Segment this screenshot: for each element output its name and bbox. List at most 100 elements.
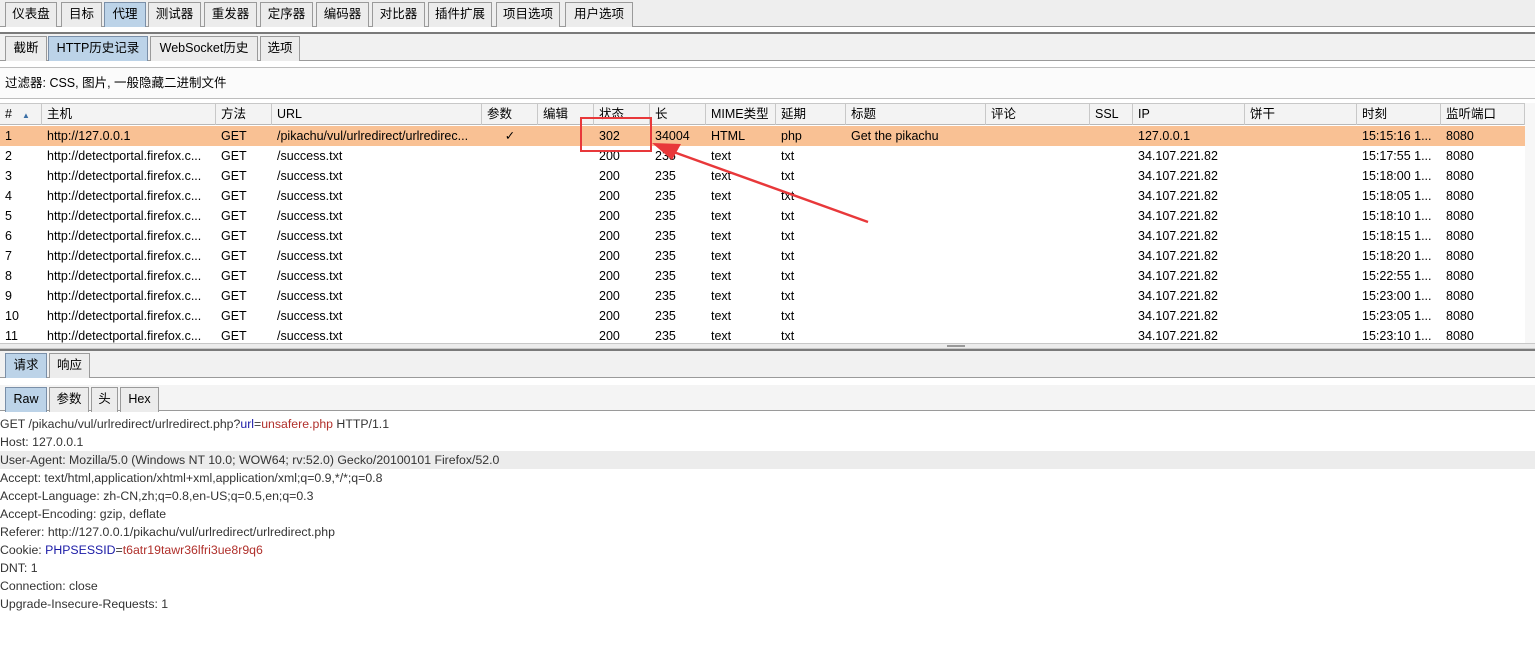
status-cell: 200 xyxy=(599,249,620,263)
method-cell: GET xyxy=(221,269,247,283)
time-cell: 15:23:00 1... xyxy=(1362,289,1432,303)
host-cell: http://detectportal.firefox.c... xyxy=(47,249,202,263)
port-cell: 8080 xyxy=(1446,129,1474,143)
tab-request[interactable]: 请求 xyxy=(5,353,47,378)
table-row[interactable]: 3 http://detectportal.firefox.c... GET/suc… xyxy=(0,166,1525,186)
ip-cell: 34.107.221.82 xyxy=(1138,309,1218,323)
tab-response[interactable]: 响应 xyxy=(49,353,90,378)
title-cell xyxy=(846,266,986,286)
title-cell xyxy=(846,206,986,226)
method-cell: GET xyxy=(221,209,247,223)
column-header-number[interactable]: # ▲ xyxy=(0,104,42,125)
title-cell xyxy=(846,246,986,266)
row-number-cell: 7 xyxy=(5,249,12,263)
status-cell: 200 xyxy=(599,329,620,343)
request-line: Referer: http://127.0.0.1/pikachu/vul/ur… xyxy=(0,523,1535,541)
url-cell: /pikachu/vul/urlredirect/urlredirec... xyxy=(277,129,469,143)
tab-headers[interactable]: 头 xyxy=(91,387,118,412)
url-cell: /success.txt xyxy=(277,289,343,303)
column-header-cookies[interactable]: 饼干 xyxy=(1245,104,1357,125)
time-cell: 15:18:15 1... xyxy=(1362,229,1432,243)
ip-cell: 34.107.221.82 xyxy=(1138,229,1218,243)
tab-sequencer[interactable]: 定序器 xyxy=(260,2,313,27)
tab-comparer[interactable]: 对比器 xyxy=(372,2,425,27)
time-cell: 15:23:10 1... xyxy=(1362,329,1432,343)
column-header-length[interactable]: 长 xyxy=(650,104,706,125)
column-header-url[interactable]: URL xyxy=(272,104,482,125)
table-row[interactable]: 5 http://detectportal.firefox.c... GET/suc… xyxy=(0,206,1525,226)
port-cell: 8080 xyxy=(1446,189,1474,203)
params-cell xyxy=(482,226,538,246)
request-text: Accept-Encoding: gzip, deflate xyxy=(0,507,167,521)
tab-intruder[interactable]: 测试器 xyxy=(148,2,201,27)
request-text: HTTP/1.1 xyxy=(333,417,390,431)
length-cell: 235 xyxy=(655,269,676,283)
extension-cell: txt xyxy=(781,169,795,183)
port-cell: 8080 xyxy=(1446,209,1474,223)
table-row[interactable]: 9 http://detectportal.firefox.c... GET/suc… xyxy=(0,286,1525,306)
column-header-listener-port[interactable]: 监听端口 xyxy=(1441,104,1525,125)
column-header-title[interactable]: 标题 xyxy=(846,104,986,125)
params-cell xyxy=(482,146,538,166)
status-cell: 200 xyxy=(599,309,620,323)
row-number-cell: 6 xyxy=(5,229,12,243)
tab-target[interactable]: 目标 xyxy=(61,2,102,27)
tab-hex[interactable]: Hex xyxy=(120,387,159,412)
table-row[interactable]: 2 http://detectportal.firefox.c... GET/suc… xyxy=(0,146,1525,166)
tab-websocket-history[interactable]: WebSocket历史 xyxy=(150,36,258,61)
tab-repeater[interactable]: 重发器 xyxy=(204,2,257,27)
tab-options[interactable]: 选项 xyxy=(260,36,300,61)
length-cell: 235 xyxy=(655,169,676,183)
params-cell xyxy=(482,246,538,266)
column-header-params[interactable]: 参数 xyxy=(482,104,538,125)
table-scrollbar[interactable] xyxy=(1525,103,1535,343)
tab-decoder[interactable]: 编码器 xyxy=(316,2,369,27)
column-header-method[interactable]: 方法 xyxy=(216,104,272,125)
column-header-ssl[interactable]: SSL xyxy=(1090,104,1133,125)
table-row[interactable]: 11 http://detectportal.firefox.c... GET/su… xyxy=(0,326,1525,343)
tab-intercept[interactable]: 截断 xyxy=(5,36,47,61)
method-cell: GET xyxy=(221,289,247,303)
column-header-status[interactable]: 状态 xyxy=(594,104,650,125)
tab-params[interactable]: 参数 xyxy=(49,387,89,412)
table-row[interactable]: 1 http://127.0.0.1 GET/pikachu/vul/urlredi… xyxy=(0,126,1525,146)
table-header: # ▲ 主机 方法 URL 参数 编辑 状态 长 MIME类型 延期 标题 评论 … xyxy=(0,103,1525,125)
params-cell xyxy=(482,286,538,306)
column-header-extension[interactable]: 延期 xyxy=(776,104,846,125)
raw-request-editor[interactable]: GET /pikachu/vul/urlredirect/urlredirect… xyxy=(0,415,1535,670)
mime-cell: text xyxy=(711,249,732,263)
tab-project-options[interactable]: 项目选项 xyxy=(496,2,560,27)
column-header-host[interactable]: 主机 xyxy=(42,104,216,125)
tab-proxy[interactable]: 代理 xyxy=(104,2,146,27)
tab-user-options[interactable]: 用户选项 xyxy=(565,2,633,27)
tab-raw[interactable]: Raw xyxy=(5,387,47,412)
filter-bar[interactable]: 过滤器: CSS, 图片, 一般隐藏二进制文件 xyxy=(0,67,1535,99)
request-line: Accept-Encoding: gzip, deflate xyxy=(0,505,1535,523)
row-number-cell: 11 xyxy=(5,329,18,343)
request-text: Connection: close xyxy=(0,579,98,593)
extension-cell: txt xyxy=(781,149,795,163)
request-text: Host: 127.0.0.1 xyxy=(0,435,84,449)
column-header-mime-type[interactable]: MIME类型 xyxy=(706,104,776,125)
table-row[interactable]: 4 http://detectportal.firefox.c... GET/suc… xyxy=(0,186,1525,206)
ip-cell: 34.107.221.82 xyxy=(1138,189,1218,203)
port-cell: 8080 xyxy=(1446,229,1474,243)
extension-cell: txt xyxy=(781,309,795,323)
table-row[interactable]: 7 http://detectportal.firefox.c... GET/suc… xyxy=(0,246,1525,266)
extension-cell: txt xyxy=(781,249,795,263)
table-row[interactable]: 10 http://detectportal.firefox.c... GET/su… xyxy=(0,306,1525,326)
column-header-ip[interactable]: IP xyxy=(1133,104,1245,125)
table-row[interactable]: 8 http://detectportal.firefox.c... GET/suc… xyxy=(0,266,1525,286)
time-cell: 15:18:00 1... xyxy=(1362,169,1432,183)
method-cell: GET xyxy=(221,329,247,343)
column-header-time[interactable]: 时刻 xyxy=(1357,104,1441,125)
tab-extender[interactable]: 插件扩展 xyxy=(428,2,492,27)
status-cell: 200 xyxy=(599,169,620,183)
column-header-edited[interactable]: 编辑 xyxy=(538,104,594,125)
time-cell: 15:18:10 1... xyxy=(1362,209,1432,223)
table-row[interactable]: 6 http://detectportal.firefox.c... GET/suc… xyxy=(0,226,1525,246)
tab-http-history[interactable]: HTTP历史记录 xyxy=(48,36,148,61)
column-header-comment[interactable]: 评论 xyxy=(986,104,1090,125)
tab-dashboard[interactable]: 仪表盘 xyxy=(5,2,57,27)
host-cell: http://detectportal.firefox.c... xyxy=(47,269,202,283)
